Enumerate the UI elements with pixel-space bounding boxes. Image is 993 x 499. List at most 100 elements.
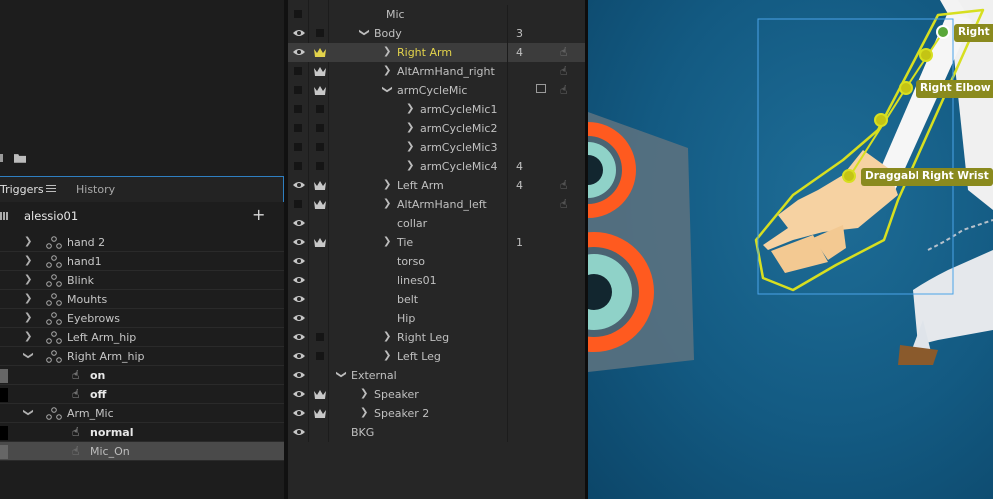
handle-dot[interactable] bbox=[919, 48, 933, 62]
handle-right-shoulder[interactable]: Right S bbox=[954, 24, 993, 42]
layer-row[interactable]: ❯ Right Leg bbox=[288, 328, 585, 347]
chevron-right-icon[interactable]: ❯ bbox=[24, 331, 32, 342]
chevron-right-icon[interactable]: ❯ bbox=[383, 65, 391, 76]
eye-icon[interactable] bbox=[292, 351, 306, 361]
layer-row[interactable]: Mic bbox=[288, 5, 585, 24]
handle-dot[interactable] bbox=[899, 81, 913, 95]
tab-triggers[interactable]: Triggers bbox=[0, 183, 44, 196]
trigger-state-row[interactable]: ☝ off bbox=[0, 385, 284, 404]
hand-tag-icon[interactable]: ☝ bbox=[560, 64, 567, 78]
origin-toggle[interactable] bbox=[316, 143, 324, 151]
hand-tag-icon[interactable]: ☝ bbox=[560, 45, 567, 59]
handle-right-wrist[interactable]: Right Wrist bbox=[918, 168, 993, 186]
eye-icon[interactable] bbox=[292, 427, 306, 437]
hand-tag-icon[interactable]: ☝ bbox=[560, 197, 567, 211]
chevron-right-icon[interactable]: ❯ bbox=[406, 103, 414, 114]
trigger-row[interactable]: ❯ Blink bbox=[0, 271, 284, 290]
chevron-down-icon[interactable]: ❯ bbox=[359, 28, 370, 36]
crown-icon[interactable] bbox=[313, 388, 327, 400]
chevron-right-icon[interactable]: ❯ bbox=[406, 160, 414, 171]
handle-dot[interactable] bbox=[842, 169, 856, 183]
scene-canvas[interactable]: Right S Right Elbow Draggable Right Wris… bbox=[588, 0, 993, 499]
visibility-toggle[interactable] bbox=[294, 67, 302, 75]
trigger-row[interactable]: ❯ hand1 bbox=[0, 252, 284, 271]
visibility-toggle[interactable] bbox=[294, 105, 302, 113]
eye-icon[interactable] bbox=[292, 275, 306, 285]
layer-row[interactable]: ❯ Right Arm 4 ☝ bbox=[288, 43, 585, 62]
eye-icon[interactable] bbox=[292, 218, 306, 228]
layer-row[interactable]: ❯ armCycleMic ☝ bbox=[288, 81, 585, 100]
layer-row[interactable]: ❯ armCycleMic1 bbox=[288, 100, 585, 119]
trigger-state-row[interactable]: ☝ Mic_On bbox=[0, 442, 284, 461]
chevron-right-icon[interactable]: ❯ bbox=[24, 255, 32, 266]
eye-icon[interactable] bbox=[292, 180, 306, 190]
chevron-right-icon[interactable]: ❯ bbox=[24, 293, 32, 304]
eye-icon[interactable] bbox=[292, 237, 306, 247]
chevron-down-icon[interactable]: ❯ bbox=[23, 351, 34, 359]
chevron-right-icon[interactable]: ❯ bbox=[383, 350, 391, 361]
menu-icon[interactable] bbox=[46, 185, 56, 193]
chevron-right-icon[interactable]: ❯ bbox=[383, 46, 391, 57]
layer-row[interactable]: ❯ armCycleMic4 4 bbox=[288, 157, 585, 176]
origin-toggle[interactable] bbox=[316, 105, 324, 113]
visibility-toggle[interactable] bbox=[294, 86, 302, 94]
layer-row[interactable]: Hip bbox=[288, 309, 585, 328]
crown-icon[interactable] bbox=[313, 407, 327, 419]
origin-toggle[interactable] bbox=[316, 124, 324, 132]
crown-icon[interactable] bbox=[313, 198, 327, 210]
layer-row[interactable]: ❯ armCycleMic3 bbox=[288, 138, 585, 157]
crown-icon[interactable] bbox=[313, 46, 327, 58]
eye-icon[interactable] bbox=[292, 370, 306, 380]
layer-row[interactable]: ❯ Tie 1 bbox=[288, 233, 585, 252]
trigger-row[interactable]: ❯ Eyebrows bbox=[0, 309, 284, 328]
layer-row[interactable]: ❯ External bbox=[288, 366, 585, 385]
handle-right-elbow[interactable]: Right Elbow bbox=[916, 80, 993, 98]
chevron-right-icon[interactable]: ❯ bbox=[383, 198, 391, 209]
crown-icon[interactable] bbox=[313, 84, 327, 96]
chevron-right-icon[interactable]: ❯ bbox=[383, 179, 391, 190]
layer-row[interactable]: ❯ Speaker bbox=[288, 385, 585, 404]
layer-row[interactable]: ❯ Left Leg bbox=[288, 347, 585, 366]
eye-icon[interactable] bbox=[292, 28, 306, 38]
origin-toggle[interactable] bbox=[316, 352, 324, 360]
crown-icon[interactable] bbox=[313, 179, 327, 191]
layer-row[interactable]: ❯ armCycleMic2 bbox=[288, 119, 585, 138]
layer-row[interactable]: ❯ Body 3 bbox=[288, 24, 585, 43]
handle-dot[interactable] bbox=[874, 113, 888, 127]
chevron-right-icon[interactable]: ❯ bbox=[406, 122, 414, 133]
layer-row[interactable]: torso bbox=[288, 252, 585, 271]
layers-icon[interactable] bbox=[0, 153, 12, 163]
eye-icon[interactable] bbox=[292, 294, 306, 304]
camera-icon[interactable] bbox=[536, 84, 546, 93]
layer-row[interactable]: belt bbox=[288, 290, 585, 309]
tab-history[interactable]: History bbox=[76, 183, 115, 196]
chevron-right-icon[interactable]: ❯ bbox=[360, 407, 368, 418]
visibility-toggle[interactable] bbox=[294, 124, 302, 132]
folder-icon[interactable] bbox=[14, 153, 26, 163]
trigger-row[interactable]: ❯ Arm_Mic bbox=[0, 404, 284, 423]
trigger-state-row[interactable]: ☝ normal bbox=[0, 423, 284, 442]
eye-icon[interactable] bbox=[292, 256, 306, 266]
hand-tag-icon[interactable]: ☝ bbox=[560, 83, 567, 97]
origin-toggle[interactable] bbox=[316, 162, 324, 170]
add-trigger-button[interactable]: + bbox=[252, 205, 265, 224]
chevron-right-icon[interactable]: ❯ bbox=[24, 236, 32, 247]
crown-icon[interactable] bbox=[313, 236, 327, 248]
layer-row[interactable]: collar bbox=[288, 214, 585, 233]
eye-icon[interactable] bbox=[292, 408, 306, 418]
trigger-row[interactable]: ❯ Left Arm_hip bbox=[0, 328, 284, 347]
hand-tag-icon[interactable]: ☝ bbox=[560, 178, 567, 192]
layer-row[interactable]: lines01 bbox=[288, 271, 585, 290]
layer-row[interactable]: ❯ Left Arm 4 ☝ bbox=[288, 176, 585, 195]
chevron-down-icon[interactable]: ❯ bbox=[23, 408, 34, 416]
chevron-right-icon[interactable]: ❯ bbox=[360, 388, 368, 399]
layer-row[interactable]: ❯ AltArmHand_right ☝ bbox=[288, 62, 585, 81]
chevron-right-icon[interactable]: ❯ bbox=[406, 141, 414, 152]
visibility-toggle[interactable] bbox=[294, 162, 302, 170]
trigger-row[interactable]: ❯ Mouhts bbox=[0, 290, 284, 309]
trigger-state-row[interactable]: ☝ on bbox=[0, 366, 284, 385]
eye-icon[interactable] bbox=[292, 389, 306, 399]
eye-icon[interactable] bbox=[292, 332, 306, 342]
trigger-row[interactable]: ❯ Right Arm_hip bbox=[0, 347, 284, 366]
handle-dot[interactable] bbox=[936, 25, 950, 39]
